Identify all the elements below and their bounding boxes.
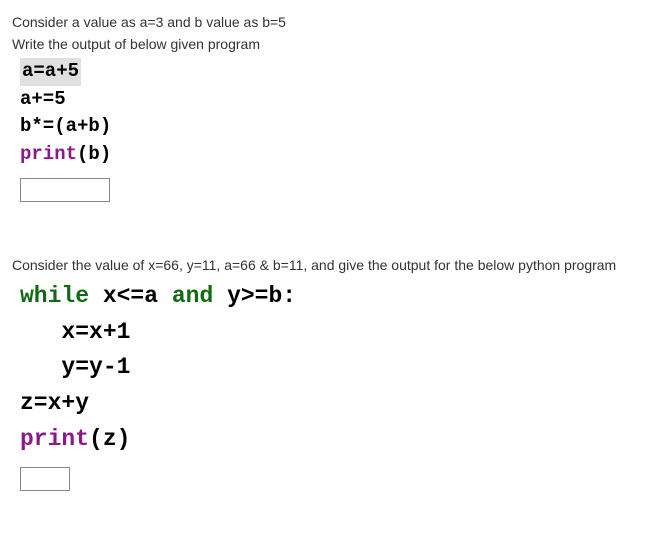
q1-prompt-line-2: Write the output of below given program bbox=[12, 36, 643, 52]
question-1: Consider a value as a=3 and b value as b… bbox=[0, 0, 655, 228]
q2-code-line-3: y=y-1 bbox=[20, 350, 643, 386]
q1-code-line-3: b*=(a+b) bbox=[20, 113, 643, 141]
q2-code-line-2: x=x+1 bbox=[20, 315, 643, 351]
q2-prompt-line-1: Consider the value of x=66, y=11, a=66 &… bbox=[12, 257, 643, 273]
q1-code-line-1: a=a+5 bbox=[20, 58, 643, 86]
q2-code-line-5: print(z) bbox=[20, 422, 643, 458]
q2-code-line-4: z=x+y bbox=[20, 386, 643, 422]
q2-answer-input[interactable] bbox=[20, 467, 70, 491]
q1-code-line-4: print(b) bbox=[20, 141, 643, 169]
q1-code-line-2: a+=5 bbox=[20, 86, 643, 114]
q2-code-block: while x<=a and y>=b: x=x+1 y=y-1 z=x+y p… bbox=[12, 279, 643, 457]
q1-prompt-line-1: Consider a value as a=3 and b value as b… bbox=[12, 14, 643, 30]
q2-code-line-1: while x<=a and y>=b: bbox=[20, 279, 643, 315]
q1-code-block: a=a+5 a+=5 b*=(a+b) print(b) bbox=[12, 58, 643, 168]
question-2: Consider the value of x=66, y=11, a=66 &… bbox=[0, 228, 655, 510]
q1-answer-input[interactable] bbox=[20, 178, 110, 202]
